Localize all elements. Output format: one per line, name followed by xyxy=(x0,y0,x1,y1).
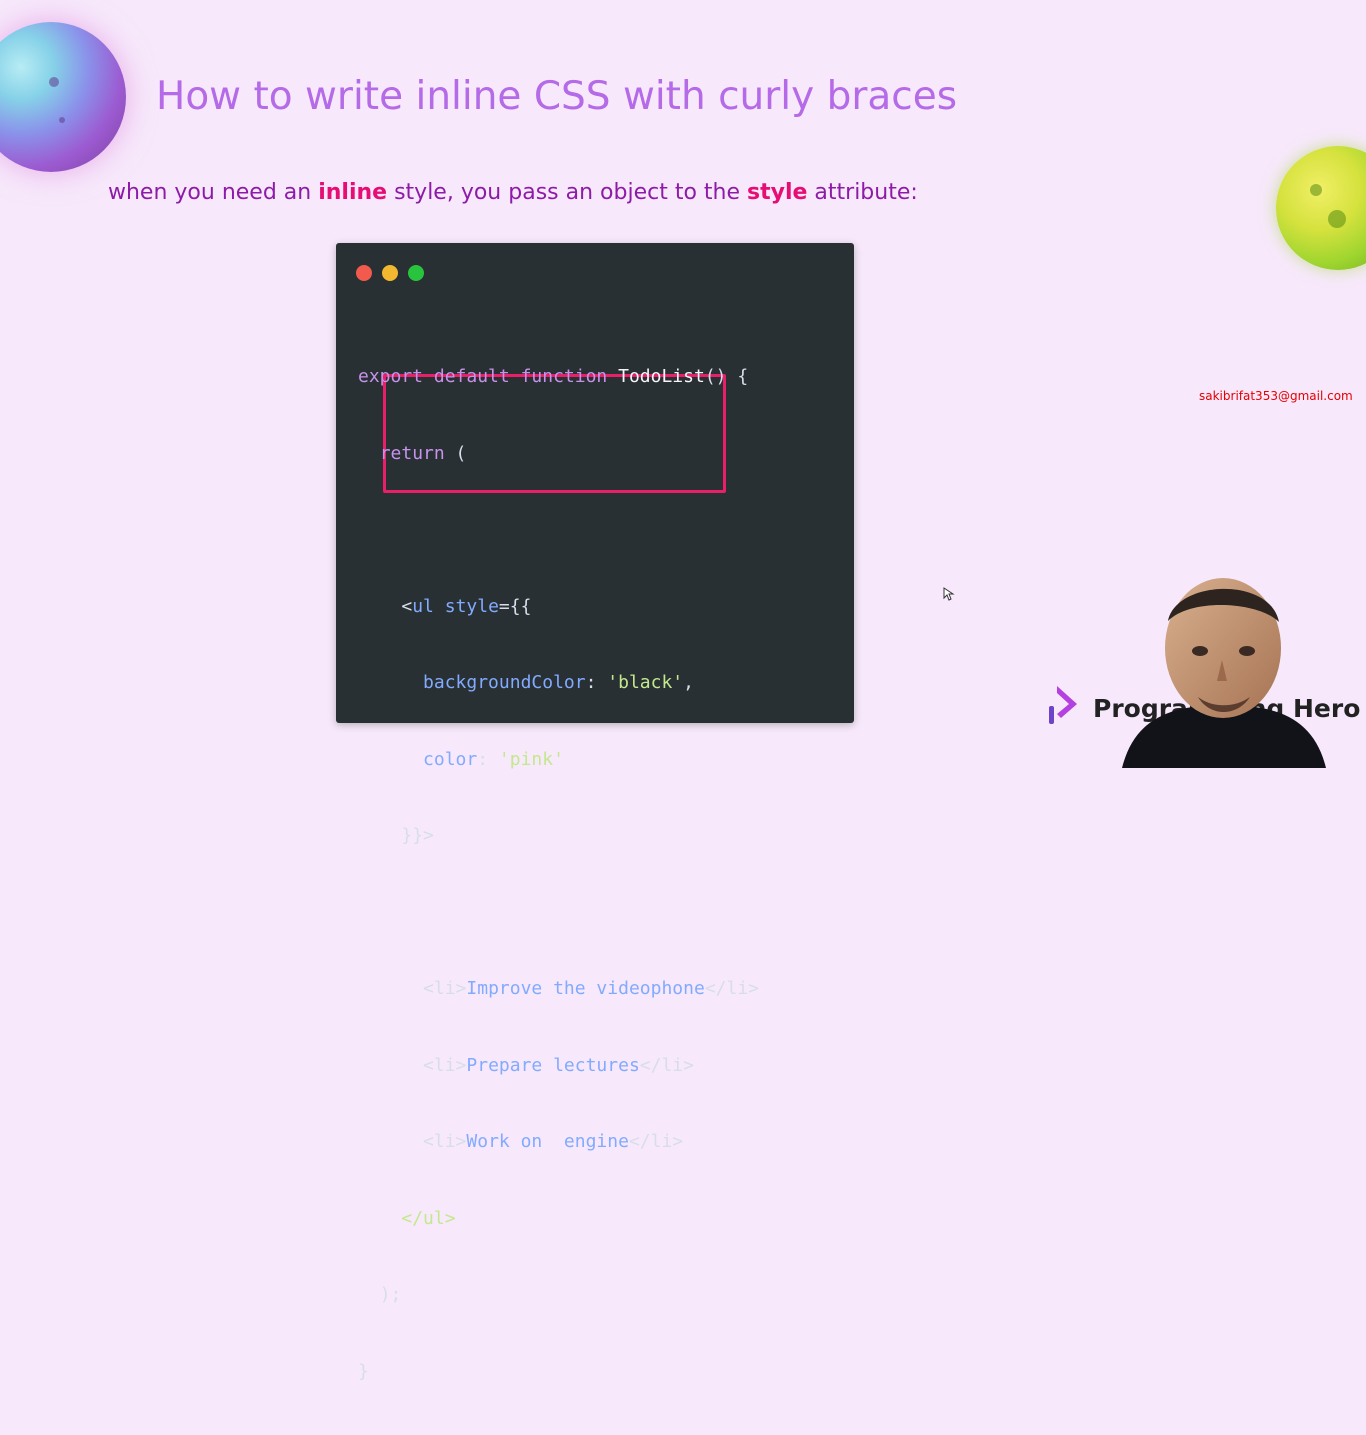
code-line-11: ); xyxy=(358,1282,759,1308)
code-token: default xyxy=(433,366,510,387)
code-token: color xyxy=(423,748,478,770)
code-token: Work on engine xyxy=(466,1131,629,1152)
presenter-silhouette-icon xyxy=(1122,578,1326,768)
code-token: } xyxy=(358,1360,369,1382)
close-dot-icon xyxy=(356,265,372,281)
programming-hero-logo-icon xyxy=(1049,686,1077,724)
code-token: <li> xyxy=(423,1054,467,1076)
subtitle-text-2: style, you pass an object to the xyxy=(387,180,747,205)
code-token: 'pink' xyxy=(498,748,564,770)
code-token: <li> xyxy=(423,1131,467,1152)
code-token: export xyxy=(358,366,424,387)
cursor-icon xyxy=(943,587,955,601)
subtitle-highlight-inline: inline xyxy=(318,180,388,205)
code-line-3: <ul style={{ xyxy=(358,594,759,620)
planet-left-icon xyxy=(0,22,126,172)
code-line-2: return ( xyxy=(358,441,759,467)
presenter-video xyxy=(1082,565,1366,768)
code-line-10: </ul> xyxy=(358,1206,759,1232)
code-token: backgroundColor xyxy=(423,672,586,693)
slide-subtitle: when you need an inline style, you pass … xyxy=(108,175,918,211)
email-watermark: sakibrifat353@gmail.com xyxy=(1199,389,1353,403)
code-token: Improve the videophone xyxy=(466,978,705,999)
code-token: : xyxy=(477,748,499,770)
subtitle-text-1: when you need an xyxy=(108,180,319,205)
code-token: </ul> xyxy=(401,1207,456,1229)
subtitle-highlight-style: style xyxy=(747,180,808,205)
code-line-9: <li>Work on engine</li> xyxy=(358,1129,759,1155)
code-token: () { xyxy=(704,366,749,387)
maximize-dot-icon xyxy=(408,265,424,281)
code-token: </li> xyxy=(639,1054,694,1076)
code-line-4: backgroundColor: 'black', xyxy=(358,670,759,696)
code-token: </li> xyxy=(704,978,759,999)
code-token: , xyxy=(683,672,694,693)
code-token: <li> xyxy=(423,978,467,999)
minimize-dot-icon xyxy=(382,265,398,281)
code-token: }}> xyxy=(401,825,434,846)
code-token: ul xyxy=(412,595,434,617)
planet-right-icon xyxy=(1276,146,1366,270)
code-token: ( xyxy=(444,442,467,464)
code-token: TodoList xyxy=(618,366,705,387)
code-token: return xyxy=(379,442,445,464)
code-token: ={{ xyxy=(498,595,532,617)
code-line-5: color: 'pink' xyxy=(358,747,759,773)
code-token: Prepare lectures xyxy=(466,1054,640,1076)
code-token: style xyxy=(444,595,499,617)
code-token: ); xyxy=(379,1284,402,1305)
code-token: 'black' xyxy=(607,672,684,693)
window-controls xyxy=(356,265,424,281)
code-line-6: }}> xyxy=(358,823,759,849)
code-line-blank-2 xyxy=(358,900,759,926)
code-line-12: } xyxy=(358,1359,759,1385)
slide-title: How to write inline CSS with curly brace… xyxy=(156,74,958,119)
code-token: </li> xyxy=(628,1131,684,1152)
code-token: : xyxy=(585,672,608,693)
code-line-1: export default function TodoList() { xyxy=(358,364,759,390)
code-line-7: <li>Improve the videophone</li> xyxy=(358,976,759,1002)
code-token: function xyxy=(520,366,608,387)
code-block: export default function TodoList() { ret… xyxy=(358,313,759,1435)
code-window: export default function TodoList() { ret… xyxy=(336,243,854,1382)
code-line-8: <li>Prepare lectures</li> xyxy=(358,1053,759,1079)
code-token: < xyxy=(401,595,413,617)
subtitle-text-3: attribute: xyxy=(807,180,918,205)
